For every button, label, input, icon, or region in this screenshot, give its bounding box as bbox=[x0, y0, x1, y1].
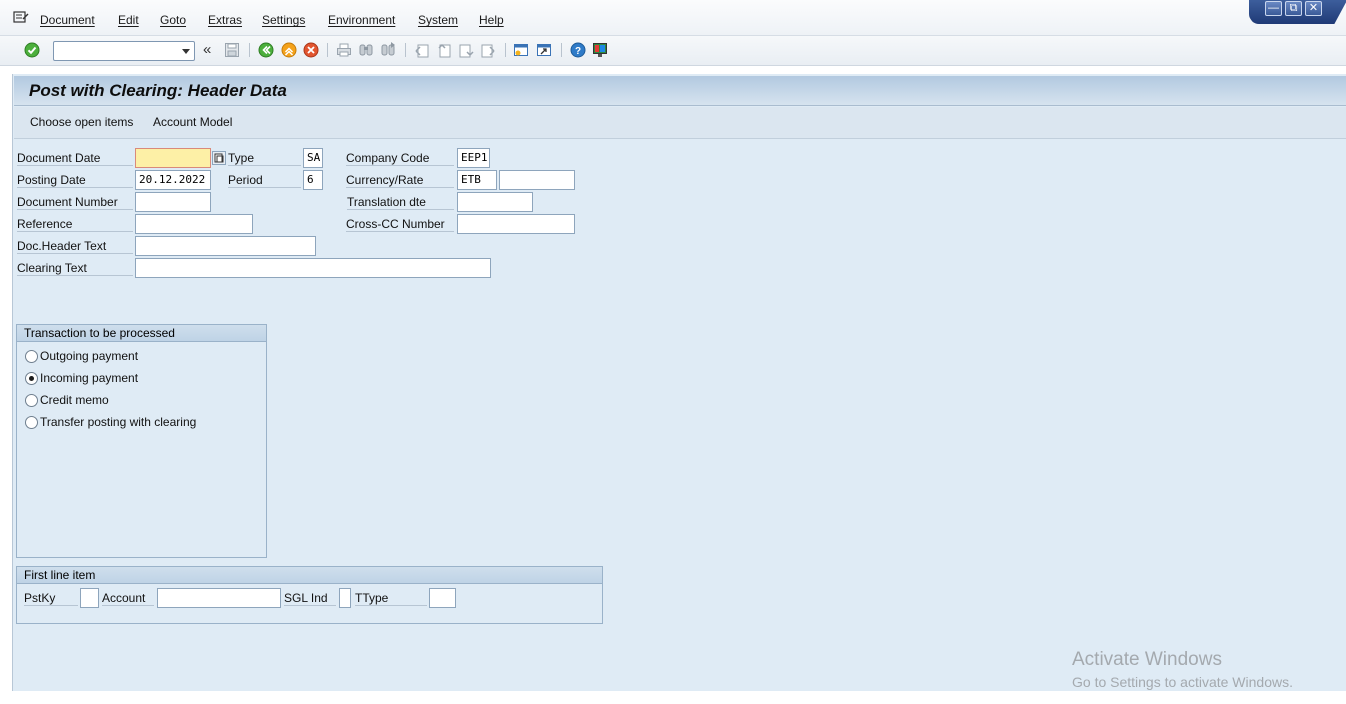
menu-goto[interactable]: Goto bbox=[160, 13, 186, 27]
shortcut-icon[interactable] bbox=[536, 42, 552, 58]
currency-field[interactable]: ETB bbox=[457, 170, 497, 190]
transfer-posting-radio[interactable] bbox=[25, 416, 38, 429]
company-code-label: Company Code bbox=[346, 151, 454, 166]
type-label: Type bbox=[228, 151, 301, 166]
posting-date-field[interactable]: 20.12.2022 bbox=[135, 170, 211, 190]
account-label: Account bbox=[102, 591, 154, 606]
document-date-field[interactable] bbox=[135, 148, 211, 168]
document-date-label: Document Date bbox=[17, 151, 133, 166]
translation-date-field[interactable] bbox=[457, 192, 533, 212]
ttype-field[interactable] bbox=[429, 588, 456, 608]
customize-layout-icon[interactable] bbox=[592, 42, 608, 58]
new-session-icon[interactable] bbox=[513, 42, 529, 58]
period-label: Period bbox=[228, 173, 301, 188]
window-controls: — ⧉ ✕ bbox=[1249, 0, 1346, 24]
document-number-label: Document Number bbox=[17, 195, 133, 210]
incoming-payment-label[interactable]: Incoming payment bbox=[40, 371, 138, 385]
menu-environment[interactable]: Environment bbox=[328, 13, 395, 27]
transfer-posting-label[interactable]: Transfer posting with clearing bbox=[40, 415, 196, 429]
menu-help[interactable]: Help bbox=[479, 13, 504, 27]
currency-rate-label: Currency/Rate bbox=[346, 173, 454, 188]
period-field[interactable]: 6 bbox=[303, 170, 323, 190]
doc-header-text-field[interactable] bbox=[135, 236, 316, 256]
transaction-group-title: Transaction to be processed bbox=[17, 325, 266, 342]
clearing-text-field[interactable] bbox=[135, 258, 491, 278]
account-field[interactable] bbox=[157, 588, 281, 608]
calendar-icon[interactable] bbox=[212, 151, 226, 165]
exit-icon[interactable] bbox=[281, 42, 297, 58]
reference-label: Reference bbox=[17, 217, 133, 232]
type-field[interactable]: SA bbox=[303, 148, 323, 168]
print-icon[interactable] bbox=[336, 42, 352, 58]
account-model-button[interactable]: Account Model bbox=[153, 115, 232, 129]
sgl-ind-field[interactable] bbox=[339, 588, 351, 608]
back-icon[interactable] bbox=[258, 42, 274, 58]
next-page-icon[interactable] bbox=[458, 42, 474, 58]
pstky-label: PstKy bbox=[24, 591, 78, 606]
close-icon[interactable]: ✕ bbox=[1305, 1, 1322, 16]
menu-document[interactable]: Document bbox=[40, 13, 95, 27]
menu-icon[interactable] bbox=[13, 10, 29, 24]
incoming-payment-radio[interactable] bbox=[25, 372, 38, 385]
svg-text:?: ? bbox=[575, 46, 581, 57]
menu-settings[interactable]: Settings bbox=[262, 13, 305, 27]
company-code-field[interactable]: EEP1 bbox=[457, 148, 490, 168]
doc-header-text-label: Doc.Header Text bbox=[17, 239, 133, 254]
choose-open-items-button[interactable]: Choose open items bbox=[30, 115, 133, 129]
outgoing-payment-radio[interactable] bbox=[25, 350, 38, 363]
collapse-icon[interactable]: « bbox=[203, 41, 211, 58]
restore-icon[interactable]: ⧉ bbox=[1285, 1, 1302, 16]
credit-memo-radio[interactable] bbox=[25, 394, 38, 407]
sgl-ind-label: SGL Ind bbox=[284, 591, 336, 606]
find-next-icon[interactable] bbox=[380, 42, 396, 58]
menu-edit[interactable]: Edit bbox=[118, 13, 139, 27]
enter-icon[interactable] bbox=[24, 42, 40, 58]
prev-page-icon[interactable] bbox=[436, 42, 452, 58]
menu-system[interactable]: System bbox=[418, 13, 458, 27]
reference-field[interactable] bbox=[135, 214, 253, 234]
cross-cc-number-label: Cross-CC Number bbox=[346, 217, 454, 232]
menu-bar: Document Edit Goto Extras Settings Envir… bbox=[0, 0, 1346, 36]
exchange-rate-field[interactable] bbox=[499, 170, 575, 190]
document-number-field[interactable] bbox=[135, 192, 211, 212]
chevron-down-icon[interactable] bbox=[182, 49, 190, 54]
first-page-icon[interactable] bbox=[414, 42, 430, 58]
pstky-field[interactable] bbox=[80, 588, 99, 608]
ttype-label: TType bbox=[355, 591, 427, 606]
posting-date-label: Posting Date bbox=[17, 173, 133, 188]
cross-cc-number-field[interactable] bbox=[457, 214, 575, 234]
system-toolbar: « ? bbox=[0, 36, 1346, 66]
application-toolbar: Choose open items Account Model bbox=[14, 107, 1346, 139]
activate-windows-subtitle: Go to Settings to activate Windows. bbox=[1072, 674, 1293, 690]
save-icon[interactable] bbox=[224, 42, 240, 58]
clearing-text-label: Clearing Text bbox=[17, 261, 133, 276]
credit-memo-label[interactable]: Credit memo bbox=[40, 393, 109, 407]
outgoing-payment-label[interactable]: Outgoing payment bbox=[40, 349, 138, 363]
command-field[interactable] bbox=[53, 41, 195, 61]
page-title: Post with Clearing: Header Data bbox=[29, 81, 287, 100]
activate-windows-title: Activate Windows bbox=[1072, 649, 1222, 670]
cancel-icon[interactable] bbox=[303, 42, 319, 58]
last-page-icon[interactable] bbox=[480, 42, 496, 58]
first-line-item-title: First line item bbox=[17, 567, 602, 584]
minimize-icon[interactable]: — bbox=[1265, 1, 1282, 16]
translation-date-label: Translation dte bbox=[347, 195, 454, 210]
find-icon[interactable] bbox=[358, 42, 374, 58]
menu-extras[interactable]: Extras bbox=[208, 13, 242, 27]
title-bar: Post with Clearing: Header Data bbox=[14, 76, 1346, 106]
help-icon[interactable]: ? bbox=[570, 42, 586, 58]
